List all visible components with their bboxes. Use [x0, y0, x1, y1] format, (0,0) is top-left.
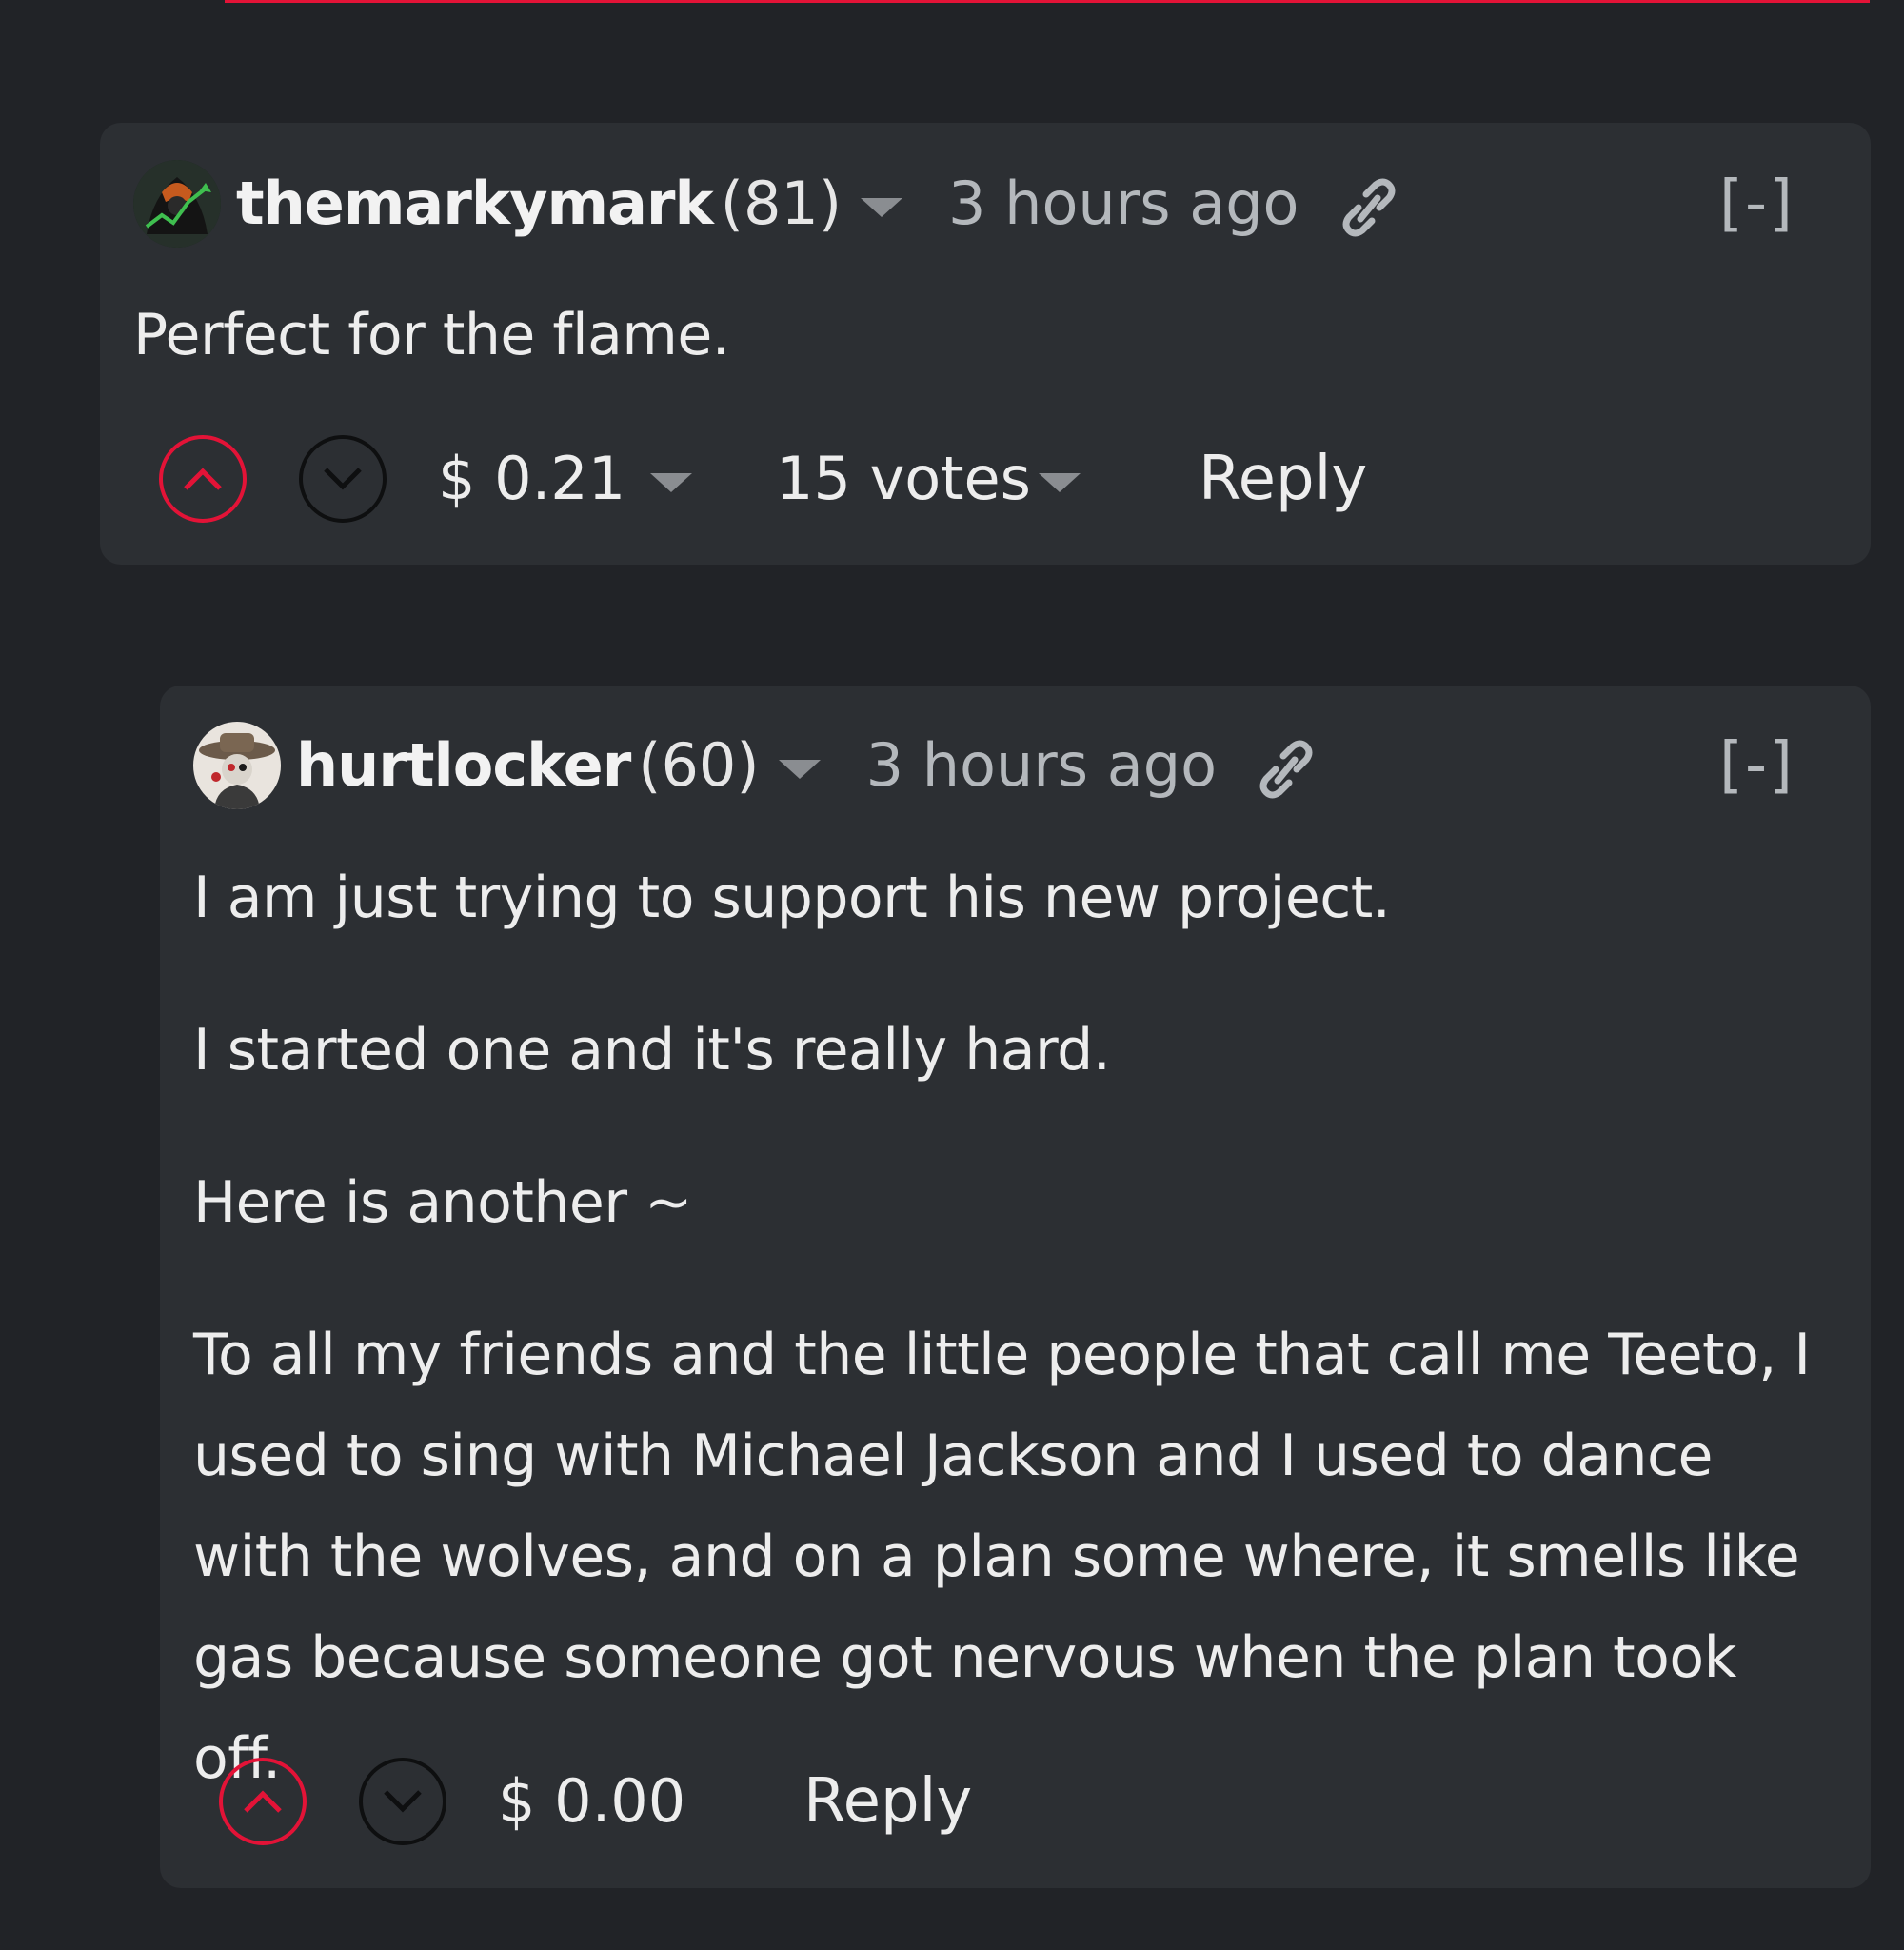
author-line: themarkymark (81) 3 hours ago — [236, 168, 1398, 242]
chevron-up-icon — [184, 468, 222, 490]
comment-body: Perfect for the flame. — [133, 285, 1814, 437]
chevron-up-icon — [244, 1790, 282, 1813]
paragraph-line: with the wolves, and on a plan some wher… — [193, 1523, 1800, 1590]
payout-value: $ 0.21 — [438, 444, 626, 513]
reply-button[interactable]: Reply — [1199, 443, 1367, 515]
author-line: hurtlocker (60) 3 hours ago — [296, 729, 1316, 804]
author-reputation: (60) — [638, 730, 760, 800]
comment-paragraph: Here is another ~ — [193, 1169, 692, 1236]
payout-amount[interactable]: $ 0.00 — [498, 1765, 685, 1838]
reply-button[interactable]: Reply — [803, 1765, 972, 1838]
avatar-themarkymark-icon — [133, 160, 221, 248]
collapse-toggle[interactable]: [-] — [1719, 168, 1795, 240]
comment-card: themarkymark (81) 3 hours ago [-] Perfect … — [100, 123, 1871, 565]
payout-value: $ 0.00 — [498, 1766, 686, 1836]
comment-paragraph: Perfect for the flame. — [133, 302, 730, 368]
author-reputation: (81) — [720, 169, 843, 238]
vote-count[interactable]: 15 votes — [776, 443, 1081, 515]
chevron-down-icon — [384, 1790, 422, 1813]
upvote-button[interactable] — [159, 435, 247, 523]
top-divider — [225, 0, 1870, 3]
caret-down-icon[interactable] — [650, 472, 693, 492]
comment-timestamp[interactable]: 3 hours ago — [866, 730, 1217, 800]
paragraph-line: used to sing with Michael Jackson and I … — [193, 1423, 1713, 1489]
comment-header: hurtlocker (60) 3 hours ago [-] — [193, 722, 1795, 809]
comment-timestamp[interactable]: 3 hours ago — [948, 169, 1299, 238]
author-menu-caret-icon[interactable] — [778, 759, 821, 779]
avatar[interactable] — [193, 722, 281, 809]
author-name[interactable]: themarkymark — [236, 169, 714, 238]
vote-count-label: 15 votes — [776, 444, 1031, 513]
payout-amount[interactable]: $ 0.21 — [438, 443, 693, 515]
author-name[interactable]: hurtlocker — [296, 730, 631, 800]
avatar-hurtlocker-icon — [193, 722, 281, 809]
downvote-button[interactable] — [299, 435, 387, 523]
comment-card: hurtlocker (60) 3 hours ago [-] I am just … — [160, 686, 1871, 1888]
upvote-button[interactable] — [219, 1758, 307, 1845]
collapse-toggle[interactable]: [-] — [1719, 729, 1795, 802]
link-icon[interactable] — [1257, 735, 1316, 804]
comment-paragraph: To all my friends and the little people … — [193, 1304, 1823, 1809]
avatar[interactable] — [133, 160, 221, 248]
paragraph-line: To all my friends and the little people … — [193, 1322, 1811, 1388]
comment-header: themarkymark (81) 3 hours ago [-] — [133, 160, 1795, 248]
link-icon[interactable] — [1339, 173, 1398, 242]
caret-down-icon[interactable] — [1038, 472, 1081, 492]
chevron-down-icon — [324, 468, 362, 490]
comment-body: I am just trying to support his new proj… — [193, 847, 1823, 1809]
downvote-button[interactable] — [359, 1758, 446, 1845]
comment-paragraph: I am just trying to support his new proj… — [193, 865, 1391, 931]
author-menu-caret-icon[interactable] — [861, 197, 903, 217]
comment-paragraph: I started one and it's really hard. — [193, 1017, 1111, 1084]
